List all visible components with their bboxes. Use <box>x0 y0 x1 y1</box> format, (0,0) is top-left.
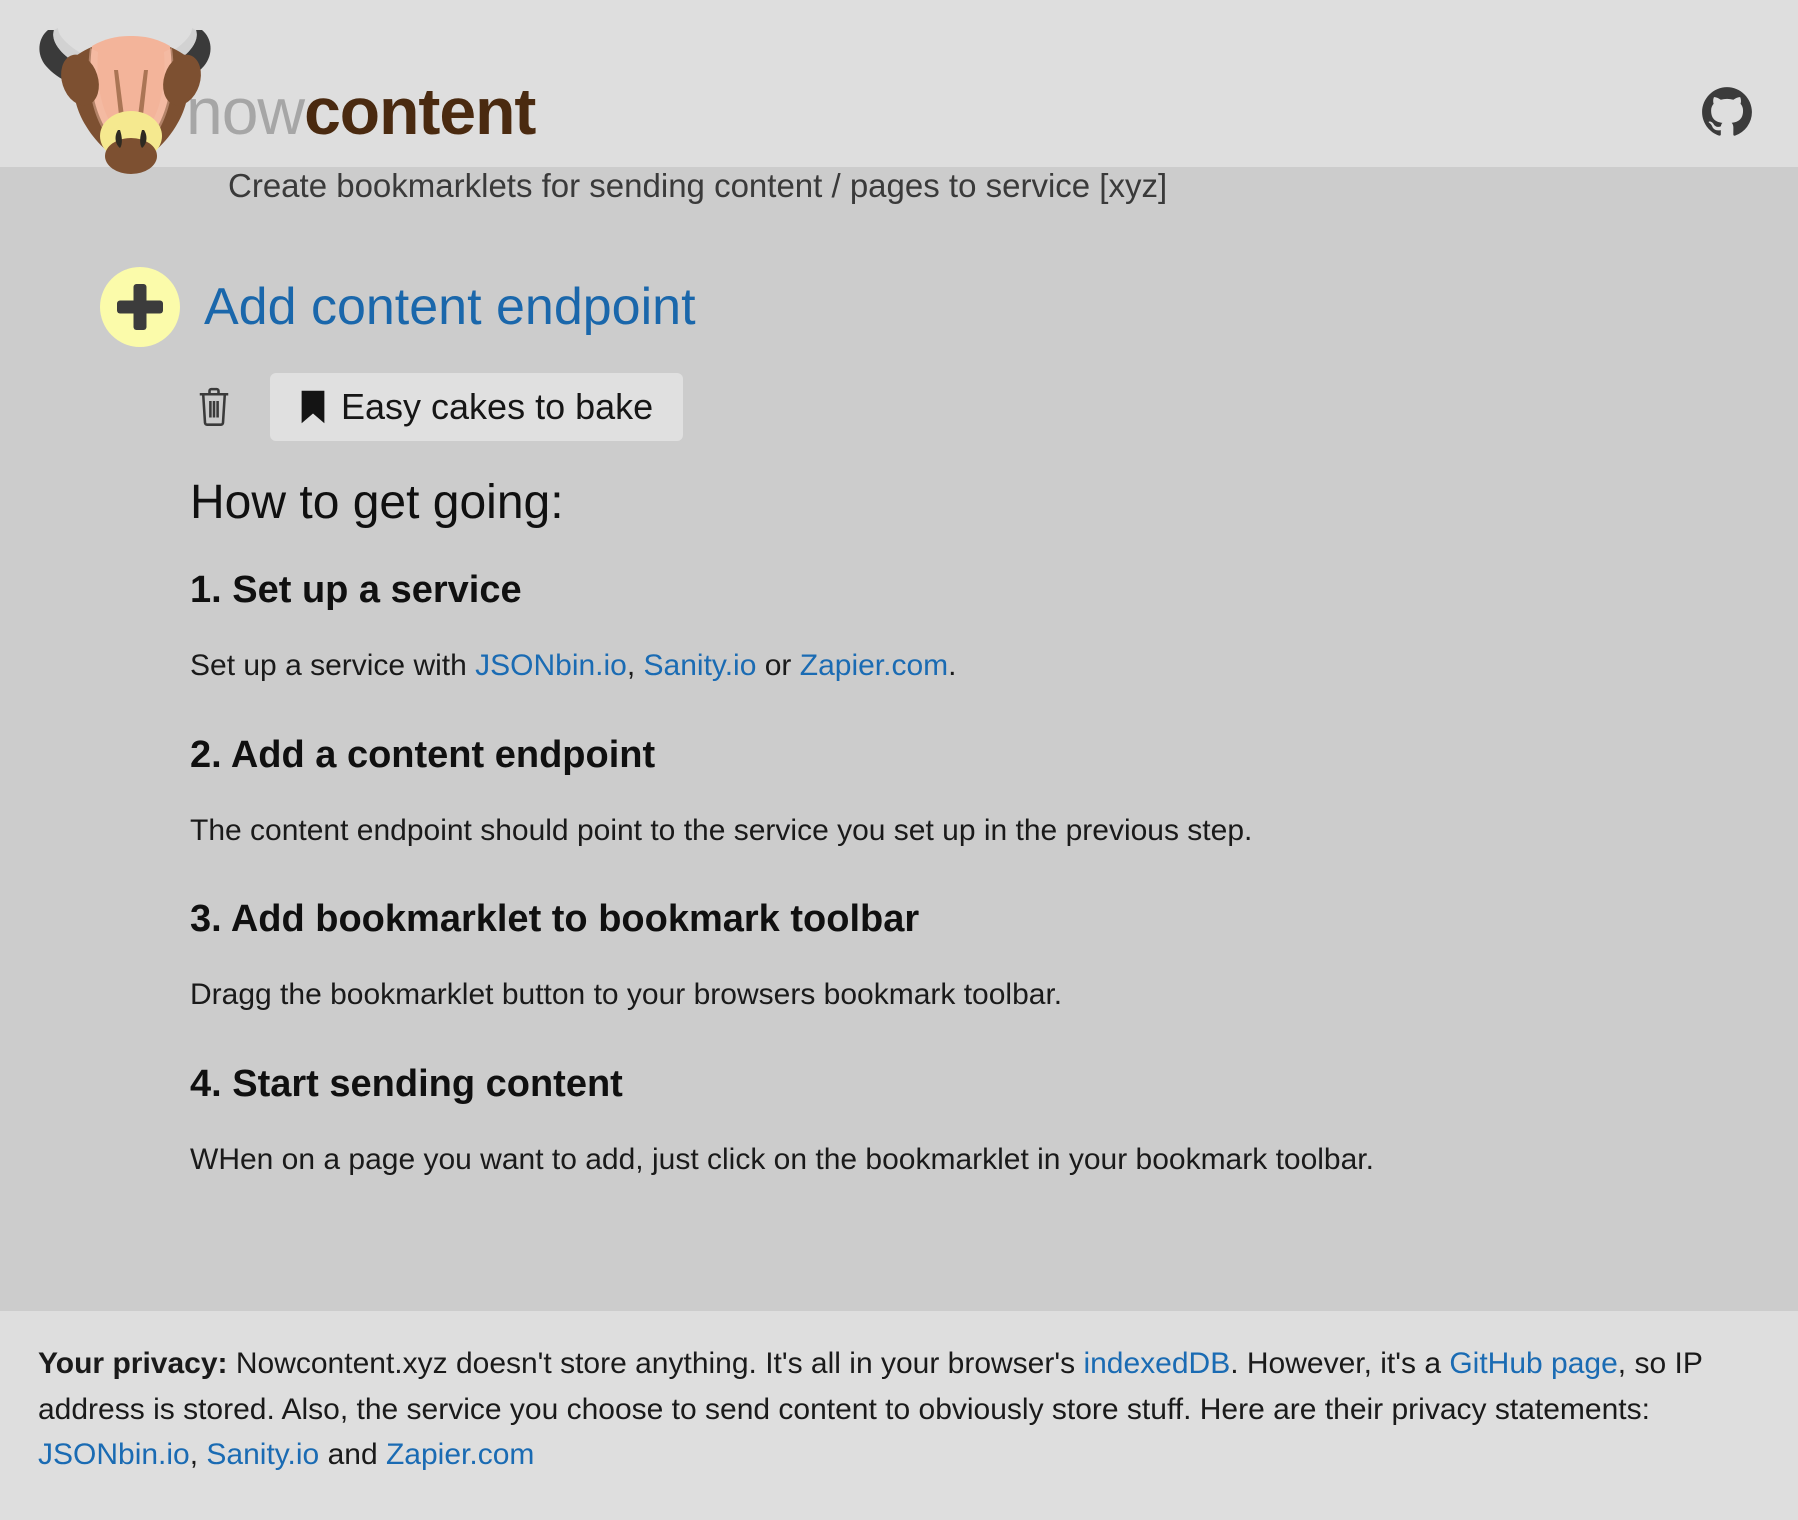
plus-icon <box>100 267 180 347</box>
bookmarklet-row: Easy cakes to bake <box>196 373 684 441</box>
bookmark-icon <box>300 390 326 424</box>
footer-link-jsonbin[interactable]: JSONbin.io <box>38 1438 190 1471</box>
privacy-text-5: and <box>319 1438 386 1472</box>
step-1-body: Set up a service with JSONbin.io, Sanity… <box>190 649 1590 684</box>
github-icon[interactable] <box>1701 86 1753 138</box>
link-zapier[interactable]: Zapier.com <box>800 649 948 682</box>
footer-link-zapier[interactable]: Zapier.com <box>386 1438 534 1471</box>
privacy-text-2: . However, it's a <box>1230 1347 1450 1380</box>
howto-section: How to get going: 1. Set up a service Se… <box>190 479 1590 1177</box>
step-2-title: 2. Add a content endpoint <box>190 733 656 776</box>
step-1-text-pre: Set up a service with <box>190 649 476 682</box>
tagline: Create bookmarklets for sending content … <box>228 167 1168 204</box>
step-4-title: 4. Start sending content <box>190 1062 623 1105</box>
link-sanity[interactable]: Sanity.io <box>644 649 757 682</box>
step-2-body: The content endpoint should point to the… <box>190 813 1253 847</box>
howto-heading: How to get going: <box>190 476 564 529</box>
step-1-text-post: . <box>948 649 957 682</box>
step-1-sep-1: , <box>626 649 644 682</box>
site-footer: Your privacy: Nowcontent.xyz doesn't sto… <box>0 1311 1798 1520</box>
main-content: Create bookmarklets for sending content … <box>0 167 1798 1311</box>
link-jsonbin[interactable]: JSONbin.io <box>475 649 627 682</box>
step-1-sep-2: or <box>756 649 800 682</box>
bookmarklet-button[interactable]: Easy cakes to bake <box>270 373 684 441</box>
add-content-endpoint-label: Add content endpoint <box>204 278 696 336</box>
link-indexeddb[interactable]: indexedDB <box>1083 1347 1230 1380</box>
privacy-text-1: Nowcontent.xyz doesn't store anything. I… <box>227 1347 1084 1380</box>
privacy-text-4: , <box>189 1438 207 1472</box>
footer-link-sanity[interactable]: Sanity.io <box>206 1438 319 1471</box>
step-1-title: 1. Set up a service <box>190 569 522 611</box>
step-3-title: 3. Add bookmarklet to bookmark toolbar <box>190 898 920 940</box>
brand-wordmark-suffix: content <box>304 74 536 148</box>
step-4-body: WHen on a page you want to add, just cli… <box>190 1142 1374 1176</box>
bull-head-logo-icon <box>30 8 305 183</box>
add-content-endpoint-button[interactable]: Add content endpoint <box>100 267 696 347</box>
app-root: nowcontent Create bookmarklets for sendi… <box>0 0 1798 1520</box>
step-3-body: Dragg the bookmarklet button to your bro… <box>190 978 1063 1011</box>
privacy-label: Your privacy: <box>38 1347 228 1380</box>
bookmarklet-label: Easy cakes to bake <box>341 386 654 427</box>
link-github-page[interactable]: GitHub page <box>1449 1347 1617 1380</box>
trash-icon[interactable] <box>196 386 232 428</box>
privacy-notice: Your privacy: Nowcontent.xyz doesn't sto… <box>38 1341 1768 1478</box>
